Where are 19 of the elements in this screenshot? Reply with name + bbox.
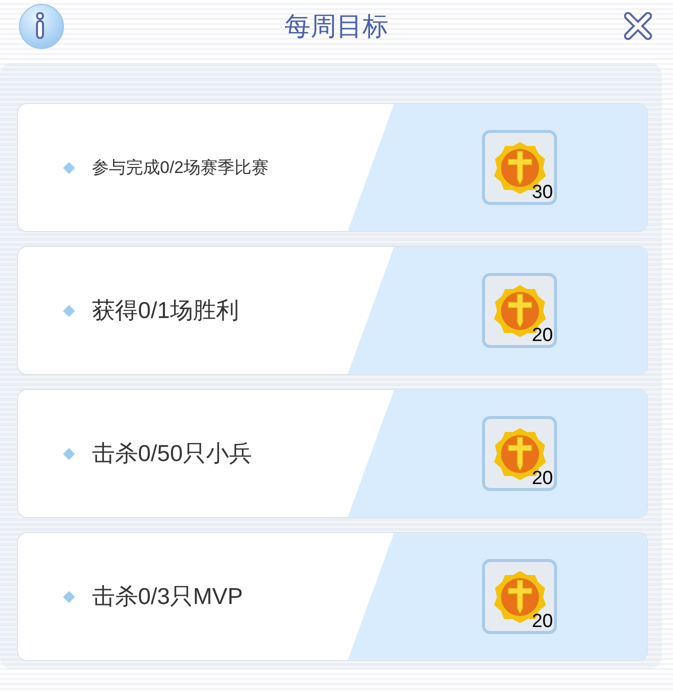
goal-text: 参与完成0/2场赛季比赛 bbox=[92, 156, 269, 179]
reward-slot[interactable]: 20 bbox=[482, 416, 557, 491]
reward-slot[interactable]: 30 bbox=[482, 130, 557, 205]
info-icon[interactable] bbox=[18, 3, 65, 50]
reward-count: 20 bbox=[532, 612, 553, 631]
goal-text: 获得0/1场胜利 bbox=[92, 296, 239, 326]
diamond-icon bbox=[63, 448, 75, 460]
diamond-icon bbox=[63, 304, 75, 316]
goal-text: 击杀0/3只MVP bbox=[92, 582, 243, 612]
window-title: 每周目标 bbox=[284, 10, 388, 42]
diamond-icon bbox=[63, 590, 75, 602]
reward-count: 20 bbox=[532, 469, 553, 488]
reward-slot[interactable]: 20 bbox=[482, 273, 557, 348]
diamond-icon bbox=[63, 162, 75, 174]
reward-slot[interactable]: 20 bbox=[482, 559, 557, 634]
reward-count: 20 bbox=[532, 326, 553, 345]
reward-count: 30 bbox=[532, 183, 553, 202]
goal-text: 击杀0/50只小兵 bbox=[92, 439, 252, 468]
close-icon[interactable] bbox=[623, 11, 653, 41]
